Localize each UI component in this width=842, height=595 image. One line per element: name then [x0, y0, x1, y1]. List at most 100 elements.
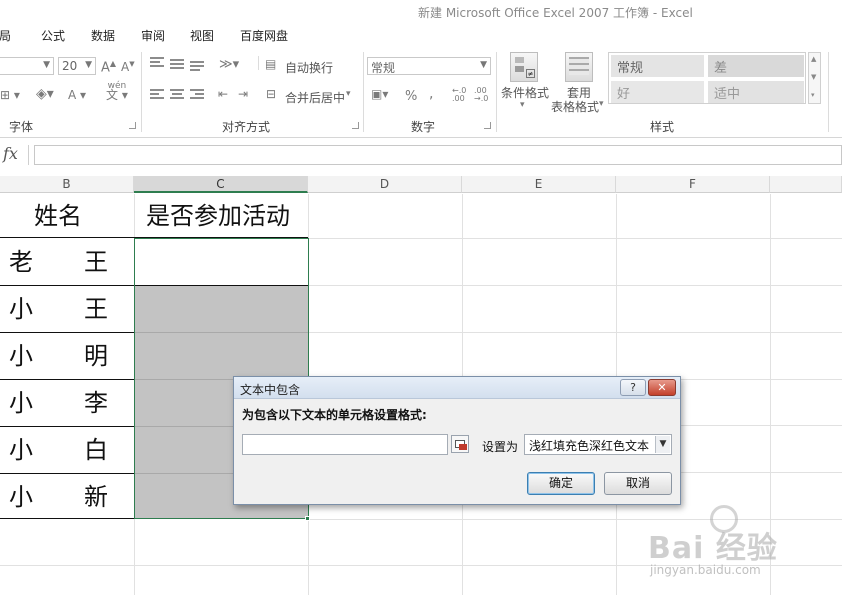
number-group-label: 数字 — [411, 120, 436, 134]
column-header-b[interactable]: B — [0, 176, 134, 193]
chevron-down-icon: ▼ — [480, 60, 487, 70]
align-left-icon[interactable] — [150, 89, 164, 101]
wrap-text-icon[interactable]: ▤ — [265, 57, 276, 71]
ok-button[interactable]: 确定 — [527, 472, 595, 495]
column-header-g[interactable] — [770, 176, 842, 193]
table-row[interactable]: 小 明 — [0, 333, 134, 380]
name-first-char: 小 — [9, 342, 33, 370]
text-input[interactable] — [242, 434, 448, 455]
column-header-e[interactable]: E — [462, 176, 616, 193]
align-top-icon[interactable] — [150, 57, 164, 69]
shrink-font-icon[interactable]: A▼ — [121, 60, 135, 74]
chevron-down-icon[interactable]: ▾ — [346, 89, 351, 99]
grid-line — [681, 379, 842, 380]
decrease-decimal-icon[interactable]: .00 →.0 — [474, 87, 488, 103]
border-icon[interactable]: ⊞ ▾ — [0, 88, 20, 102]
column-header-d[interactable]: D — [308, 176, 462, 193]
percent-style-icon[interactable]: % — [405, 89, 417, 104]
chevron-down-icon: ▼ — [43, 60, 50, 70]
chevron-down-icon: ▾ — [520, 100, 525, 110]
currency-icon[interactable]: ▣▾ — [371, 87, 388, 101]
tab-data[interactable]: 数据 — [91, 27, 115, 44]
style-good[interactable]: 好 — [611, 81, 704, 103]
cancel-button[interactable]: 取消 — [604, 472, 672, 495]
grid-line — [308, 332, 842, 333]
style-neutral[interactable]: 适中 — [708, 81, 804, 103]
decrease-indent-icon[interactable]: ⇤ — [218, 87, 228, 101]
grid-line — [681, 425, 842, 426]
dialog-prompt: 为包含以下文本的单元格设置格式: — [242, 408, 427, 422]
name-last-char: 王 — [84, 295, 108, 323]
tab-review[interactable]: 审阅 — [141, 27, 165, 44]
help-button[interactable]: ? — [620, 379, 646, 396]
format-as-table-icon[interactable] — [565, 52, 593, 82]
group-divider — [141, 52, 142, 132]
table-row[interactable]: 小 白 — [0, 427, 134, 474]
tab-view[interactable]: 视图 — [190, 27, 214, 44]
name-last-char: 明 — [84, 342, 108, 370]
table-row[interactable]: 小 李 — [0, 380, 134, 427]
number-format-combo[interactable]: 常规 ▼ — [367, 57, 491, 75]
wrap-text-button[interactable]: 自动换行 — [285, 59, 333, 76]
watermark-url: jingyan.baidu.com — [650, 563, 761, 577]
ribbon-tabs: 局 公式 数据 审阅 视图 百度网盘 — [0, 22, 842, 46]
styles-gallery-scroll[interactable]: ▲ ▼ ▾ — [808, 52, 821, 104]
tab-page-layout[interactable]: 局 — [0, 27, 11, 44]
table-row[interactable]: 老 王 — [0, 239, 134, 286]
align-center-icon[interactable] — [170, 89, 184, 101]
close-button[interactable]: ✕ — [648, 379, 676, 396]
increase-decimal-icon[interactable]: ←.0.00 — [452, 87, 466, 103]
attend-header-label: 是否参加活动 — [146, 202, 290, 230]
increase-indent-icon[interactable]: ⇥ — [238, 87, 248, 101]
table-row[interactable]: 小 王 — [0, 286, 134, 333]
tab-baidu-netdisk[interactable]: 百度网盘 — [240, 27, 288, 44]
font-color-icon[interactable]: A ▾ — [68, 88, 86, 102]
name-first-char: 小 — [9, 295, 33, 323]
baidu-watermark: Bai 经验 jingyan.baidu.com — [640, 505, 840, 593]
formula-input[interactable] — [34, 145, 842, 165]
table-row[interactable]: 小 新 — [0, 474, 134, 519]
align-bottom-icon[interactable] — [190, 61, 204, 73]
name-header-label: 姓名 — [34, 202, 82, 230]
cell-c-header[interactable]: 是否参加活动 — [134, 194, 308, 238]
chevron-down-icon: ▼ — [85, 60, 92, 70]
font-name-combo[interactable]: ▼ — [0, 57, 54, 75]
name-first-char: 小 — [9, 389, 33, 417]
column-header-c[interactable]: C — [134, 176, 308, 193]
font-size-combo[interactable]: 20 ▼ — [58, 57, 96, 75]
cell-b-header[interactable]: 姓名 — [0, 194, 134, 238]
grid-line — [681, 472, 842, 473]
alignment-dialog-launcher[interactable] — [352, 122, 359, 129]
format-select[interactable]: 浅红填充色深红色文本 ▼ — [524, 434, 672, 455]
group-divider — [496, 52, 497, 132]
align-right-icon[interactable] — [190, 89, 204, 101]
orientation-icon[interactable]: ≫▾ — [219, 57, 239, 72]
chevron-down-icon[interactable]: ▼ — [655, 436, 670, 453]
chevron-down-icon: ▾ — [599, 99, 604, 109]
ribbon: ▼ 20 ▼ A▲ A▼ ⊞ ▾ ◈▾ A ▾ wén 文 ▾ 字体 ≫▾ ▤ 自动… — [0, 46, 842, 138]
number-dialog-launcher[interactable] — [484, 122, 491, 129]
column-header-f[interactable]: F — [616, 176, 770, 193]
fill-handle[interactable] — [305, 516, 310, 521]
merge-center-button[interactable]: 合并后居中 — [285, 89, 345, 106]
insert-function-icon[interactable]: fx — [3, 144, 18, 163]
fill-color-icon[interactable]: ◈▾ — [36, 86, 54, 102]
format-as-table-button-line2[interactable]: 表格格式 — [551, 98, 599, 115]
merge-icon[interactable]: ⊟ — [266, 87, 276, 101]
align-middle-icon[interactable] — [170, 59, 184, 71]
dialog-title-bar[interactable]: 文本中包含 ? ✕ — [234, 377, 680, 399]
tab-formulas[interactable]: 公式 — [41, 27, 65, 44]
grid-line — [308, 238, 842, 239]
phonetic-icon[interactable]: wén 文 ▾ — [106, 82, 128, 102]
conditional-formatting-icon[interactable]: ≠ — [510, 52, 538, 82]
range-picker-icon[interactable] — [451, 435, 469, 453]
font-dialog-launcher[interactable] — [129, 122, 136, 129]
set-as-label: 设置为 — [482, 440, 519, 454]
conditional-formatting-button[interactable]: 条件格式 — [501, 84, 549, 101]
comma-style-icon[interactable]: , — [429, 86, 433, 102]
style-bad[interactable]: 差 — [708, 55, 804, 77]
name-first-char: 老 — [9, 248, 33, 276]
grow-font-icon[interactable]: A▲ — [101, 59, 116, 75]
style-normal[interactable]: 常规 — [611, 55, 704, 77]
title-bar: 新建 Microsoft Office Excel 2007 工作簿 - Exc… — [0, 0, 842, 22]
